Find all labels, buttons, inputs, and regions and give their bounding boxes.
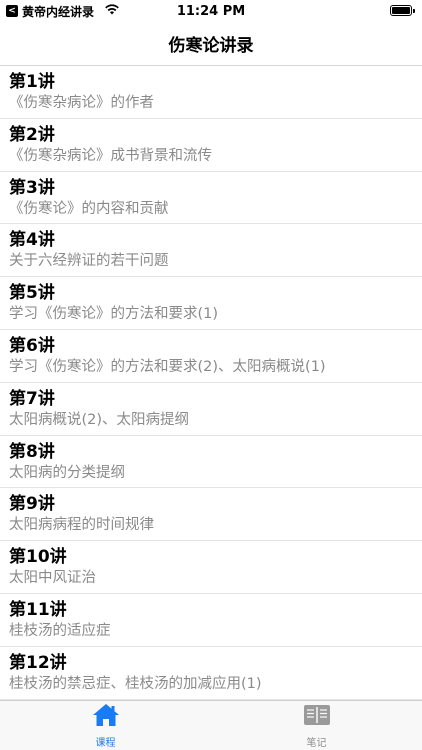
- lecture-subtitle: 太阳病概说(2)、太阳病提纲: [9, 411, 190, 428]
- lecture-subtitle: 《伤寒论》的内容和贡献: [9, 200, 169, 217]
- lecture-subtitle: 关于六经辨证的若干问题: [9, 253, 169, 270]
- lecture-subtitle: 《伤寒杂病论》成书背景和流传: [9, 147, 212, 164]
- lecture-row-5[interactable]: 第5讲 学习《伤寒论》的方法和要求(1): [0, 277, 422, 330]
- lecture-list[interactable]: 第1讲 《伤寒杂病论》的作者 第2讲 《伤寒杂病论》成书背景和流传 第3讲 《伤…: [0, 66, 422, 700]
- home-icon: [92, 703, 120, 731]
- tab-label: 笔记: [306, 737, 327, 749]
- lecture-subtitle: 太阳中风证治: [9, 570, 96, 587]
- lecture-title: 第3讲: [9, 177, 55, 198]
- lecture-subtitle: 桂枝汤的适应症: [9, 622, 111, 639]
- lecture-row-4[interactable]: 第4讲 关于六经辨证的若干问题: [0, 224, 422, 278]
- lecture-title: 第2讲: [9, 124, 55, 145]
- notes-icon: [303, 703, 331, 731]
- lecture-title: 第8讲: [9, 441, 55, 462]
- lecture-row-7[interactable]: 第7讲 太阳病概说(2)、太阳病提纲: [0, 383, 422, 436]
- lecture-row-2[interactable]: 第2讲 《伤寒杂病论》成书背景和流传: [0, 119, 422, 172]
- lecture-row-8[interactable]: 第8讲 太阳病的分类提纲: [0, 436, 422, 489]
- lecture-subtitle: 太阳病的分类提纲: [9, 464, 125, 481]
- lecture-title: 第1讲: [9, 72, 55, 92]
- battery-icon: [390, 5, 415, 16]
- page-title: 伤寒论讲录: [168, 36, 254, 56]
- lecture-row-3[interactable]: 第3讲 《伤寒论》的内容和贡献: [0, 172, 422, 225]
- lecture-title: 第10讲: [9, 547, 67, 568]
- lecture-title: 第4讲: [9, 230, 55, 251]
- tab-notes[interactable]: 笔记: [211, 701, 422, 750]
- lecture-title: 第6讲: [9, 335, 55, 356]
- lecture-subtitle: 桂枝汤的禁忌症、桂枝汤的加减应用(1): [9, 675, 262, 692]
- lecture-row-6[interactable]: 第6讲 学习《伤寒论》的方法和要求(2)、太阳病概说(1): [0, 330, 422, 383]
- lecture-title: 第11讲: [9, 599, 67, 620]
- lecture-title: 第7讲: [9, 388, 55, 409]
- lecture-row-1[interactable]: 第1讲 《伤寒杂病论》的作者: [0, 66, 422, 119]
- status-bar: < 黄帝内经讲录 11:24 PM: [0, 0, 422, 22]
- tab-label: 课程: [95, 737, 116, 749]
- lecture-row-10[interactable]: 第10讲 太阳中风证治: [0, 541, 422, 594]
- lecture-row-9[interactable]: 第9讲 太阳病病程的时间规律: [0, 488, 422, 542]
- navigation-bar: 伤寒论讲录: [0, 22, 422, 66]
- lecture-subtitle: 太阳病病程的时间规律: [9, 517, 154, 534]
- lecture-subtitle: 学习《伤寒论》的方法和要求(2)、太阳病概说(1): [9, 358, 326, 375]
- lecture-title: 第12讲: [9, 652, 67, 673]
- lecture-title: 第9讲: [9, 494, 55, 515]
- lecture-row-12[interactable]: 第12讲 桂枝汤的禁忌症、桂枝汤的加减应用(1): [0, 647, 422, 700]
- lecture-row-11[interactable]: 第11讲 桂枝汤的适应症: [0, 594, 422, 647]
- lecture-subtitle: 学习《伤寒论》的方法和要求(1): [9, 306, 219, 323]
- lecture-subtitle: 《伤寒杂病论》的作者: [9, 95, 154, 111]
- lecture-title: 第5讲: [9, 283, 55, 304]
- status-time: 11:24 PM: [176, 3, 246, 19]
- tab-bar: 课程 笔记: [0, 700, 422, 750]
- tab-courses[interactable]: 课程: [0, 701, 211, 750]
